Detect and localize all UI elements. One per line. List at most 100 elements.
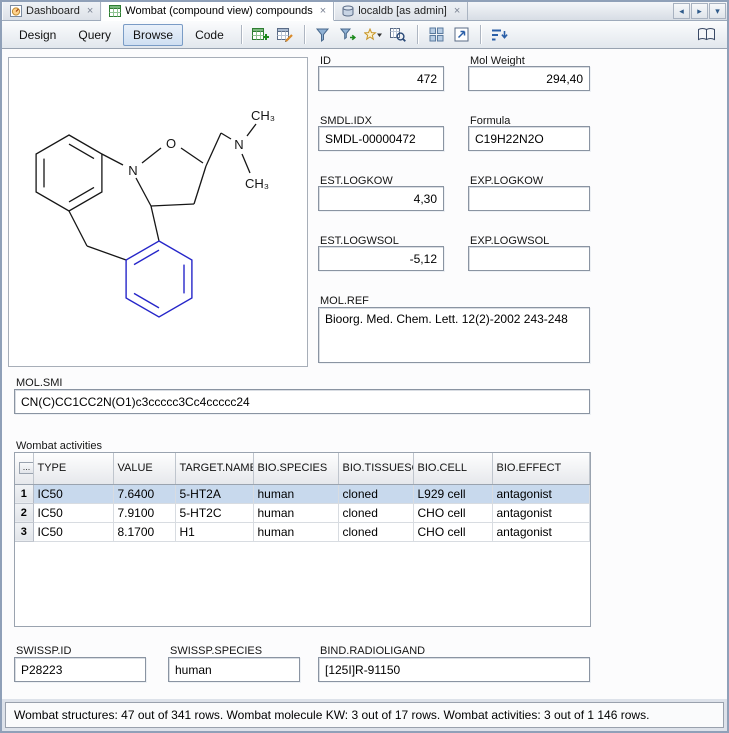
reference-book-button[interactable]	[695, 23, 718, 46]
cell-bio-species[interactable]: human	[253, 522, 338, 541]
atom-nitrogen-ring-label: N	[128, 163, 137, 178]
grid-view-icon	[109, 5, 121, 17]
mol-ref-field[interactable]: Bioorg. Med. Chem. Lett. 12(2)-2002 243-…	[318, 307, 590, 363]
star-dropdown-icon	[364, 28, 383, 42]
filter-button[interactable]	[312, 23, 335, 46]
column-header-bio-species[interactable]: BIO.SPECIES	[253, 453, 338, 484]
row-header[interactable]: 2	[15, 503, 33, 522]
layout-widgets-button[interactable]	[425, 23, 448, 46]
column-header-value[interactable]: VALUE	[113, 453, 175, 484]
row-header[interactable]: 3	[15, 522, 33, 541]
tab-localdb[interactable]: localdb [as admin] ×	[334, 2, 468, 20]
tab-label: Wombat (compound view) compounds	[125, 5, 313, 17]
table-corner-button[interactable]: ...	[19, 462, 33, 474]
row-header[interactable]: 1	[15, 484, 33, 503]
cell-bio-tissuesou[interactable]: cloned	[338, 484, 413, 503]
table-row[interactable]: 2 IC50 7.9100 5-HT2C human cloned CHO ce…	[15, 503, 590, 522]
molecule-structure: O N N CH₃ CH₃	[9, 58, 307, 366]
new-grid-view-button[interactable]	[249, 23, 272, 46]
id-field[interactable]	[318, 66, 444, 91]
bind-radioligand-field[interactable]	[318, 657, 590, 682]
cell-bio-cell[interactable]: CHO cell	[413, 503, 492, 522]
est-logwsol-field[interactable]	[318, 246, 444, 271]
cell-bio-species[interactable]: human	[253, 503, 338, 522]
toolbar-separator	[304, 25, 305, 44]
swissp-species-label: SWISSP.SPECIES	[170, 645, 262, 657]
column-header-bio-effect[interactable]: BIO.EFFECT	[492, 453, 590, 484]
close-icon[interactable]: ×	[454, 6, 460, 17]
table-row[interactable]: 1 IC50 7.6400 5-HT2A human cloned L929 c…	[15, 484, 590, 503]
sort-icon	[491, 28, 508, 42]
tab-wombat-compounds[interactable]: Wombat (compound view) compounds ×	[101, 2, 334, 21]
cell-type[interactable]: IC50	[33, 522, 113, 541]
mol-smi-field[interactable]	[14, 389, 590, 414]
column-header-bio-tissuesou[interactable]: BIO.TISSUESOU	[338, 453, 413, 484]
cell-bio-tissuesou[interactable]: cloned	[338, 522, 413, 541]
table-row[interactable]: 3 IC50 8.1700 H1 human cloned CHO cell a…	[15, 522, 590, 541]
column-header-target-name[interactable]: TARGET.NAME	[175, 453, 253, 484]
tab-label: Dashboard	[26, 5, 80, 17]
tabbar-spacer	[468, 2, 673, 20]
scroll-tabs-right-button[interactable]: ▸	[691, 3, 708, 19]
tab-list-button[interactable]: ▾	[709, 3, 726, 19]
cell-bio-species[interactable]: human	[253, 484, 338, 503]
formula-field[interactable]	[468, 126, 590, 151]
tab-label: localdb [as admin]	[358, 5, 447, 17]
form-view: O N N CH₃ CH₃ ID Mol Weight SMDL.IDX For…	[2, 49, 727, 699]
cell-target-name[interactable]: H1	[175, 522, 253, 541]
cell-type[interactable]: IC50	[33, 503, 113, 522]
close-icon[interactable]: ×	[87, 6, 93, 17]
column-header-type[interactable]: TYPE	[33, 453, 113, 484]
cell-value[interactable]: 7.6400	[113, 484, 175, 503]
mol-weight-field[interactable]	[468, 66, 590, 91]
cell-bio-tissuesou[interactable]: cloned	[338, 503, 413, 522]
book-icon	[697, 27, 716, 42]
search-grid-button[interactable]	[387, 23, 410, 46]
tab-dashboard[interactable]: Dashboard ×	[2, 2, 101, 20]
status-text: Wombat structures: 47 out of 341 rows. W…	[14, 708, 649, 722]
fit-window-icon	[454, 27, 469, 42]
cell-value[interactable]: 7.9100	[113, 503, 175, 522]
status-bar: Wombat structures: 47 out of 341 rows. W…	[5, 702, 724, 728]
toolbar-separator	[417, 25, 418, 44]
cell-type[interactable]: IC50	[33, 484, 113, 503]
close-icon[interactable]: ×	[320, 6, 326, 17]
grid-add-icon	[252, 27, 269, 43]
swissp-id-field[interactable]	[14, 657, 146, 682]
structure-viewer[interactable]: O N N CH₃ CH₃	[8, 57, 308, 367]
cell-bio-effect[interactable]: antagonist	[492, 503, 590, 522]
activities-label: Wombat activities	[16, 440, 102, 452]
est-logkow-field[interactable]	[318, 186, 444, 211]
exp-logwsol-field[interactable]	[468, 246, 590, 271]
grid-edit-icon	[277, 27, 294, 43]
mode-browse-button[interactable]: Browse	[123, 24, 183, 46]
cell-bio-effect[interactable]: antagonist	[492, 484, 590, 503]
swissp-species-field[interactable]	[168, 657, 300, 682]
mode-code-button[interactable]: Code	[185, 24, 234, 46]
edit-grid-button[interactable]	[274, 23, 297, 46]
cell-bio-cell[interactable]: L929 cell	[413, 484, 492, 503]
document-tabbar: Dashboard × Wombat (compound view) compo…	[2, 2, 727, 21]
cell-target-name[interactable]: 5-HT2A	[175, 484, 253, 503]
smdl-idx-field[interactable]	[318, 126, 444, 151]
cell-bio-effect[interactable]: antagonist	[492, 522, 590, 541]
exp-logkow-field[interactable]	[468, 186, 590, 211]
grid-search-icon	[390, 27, 406, 43]
scroll-tabs-left-button[interactable]: ◂	[673, 3, 690, 19]
application-window: Dashboard × Wombat (compound view) compo…	[0, 0, 729, 733]
mode-design-button[interactable]: Design	[9, 24, 66, 46]
methyl-top-label: CH₃	[251, 108, 275, 123]
sort-button[interactable]	[488, 23, 511, 46]
cell-target-name[interactable]: 5-HT2C	[175, 503, 253, 522]
apply-filter-button[interactable]	[337, 23, 360, 46]
table-corner-cell: ...	[15, 453, 33, 484]
fit-to-window-button[interactable]	[450, 23, 473, 46]
bind-radioligand-label: BIND.RADIOLIGAND	[320, 645, 425, 657]
favorites-menu-button[interactable]	[362, 23, 385, 46]
cell-value[interactable]: 8.1700	[113, 522, 175, 541]
mode-query-button[interactable]: Query	[68, 24, 121, 46]
mol-smi-label: MOL.SMI	[16, 377, 62, 389]
column-header-bio-cell[interactable]: BIO.CELL	[413, 453, 492, 484]
atom-nitrogen-amine-label: N	[234, 137, 243, 152]
cell-bio-cell[interactable]: CHO cell	[413, 522, 492, 541]
